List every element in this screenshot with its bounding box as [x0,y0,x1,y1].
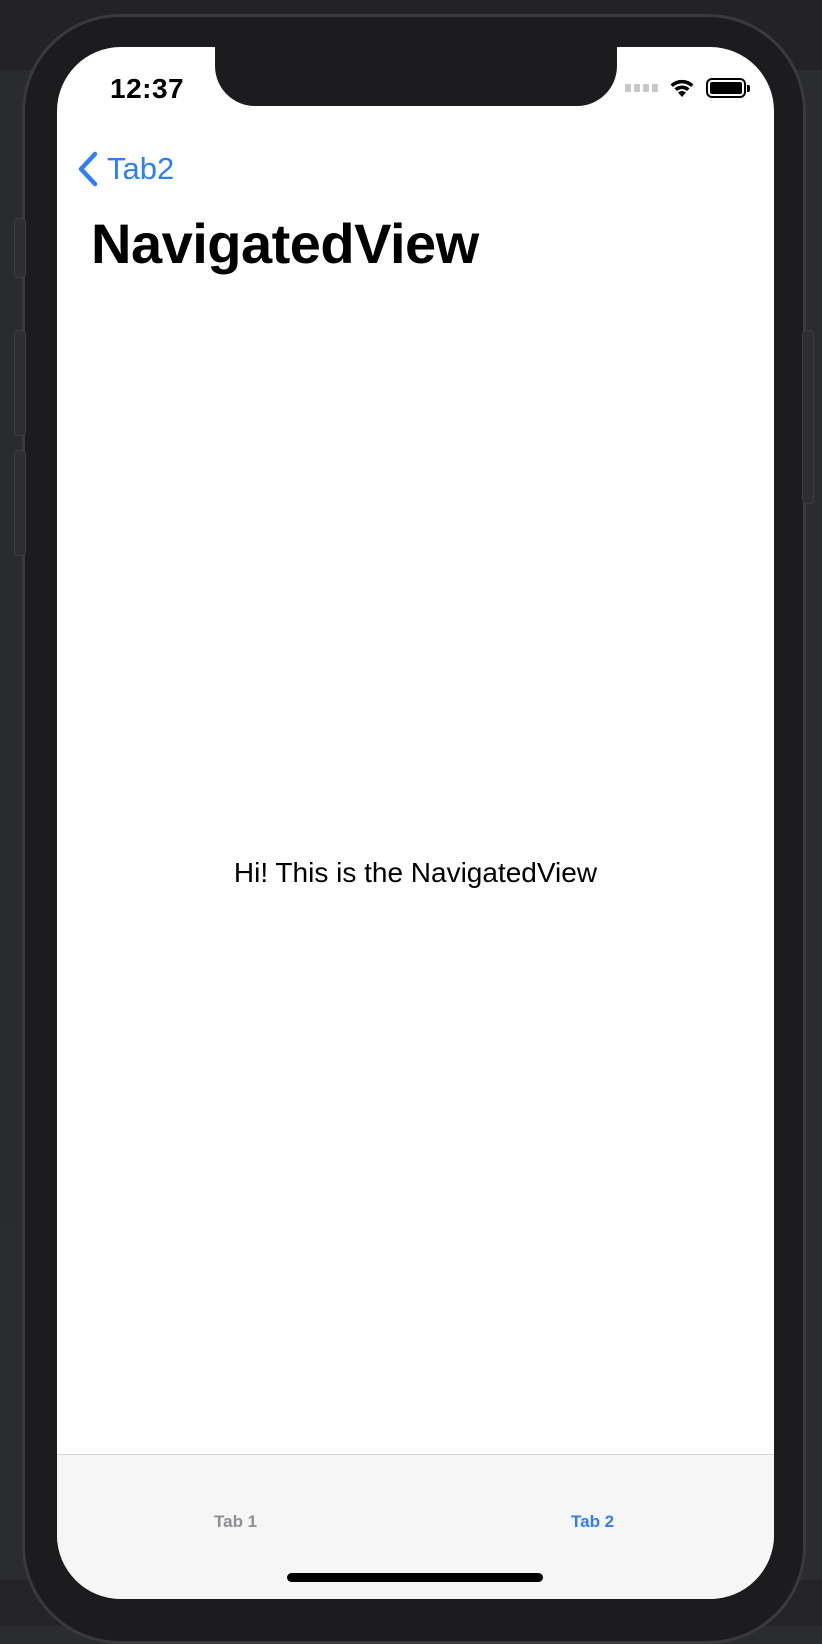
page-title: NavigatedView [91,212,479,275]
back-button-label: Tab2 [107,151,175,186]
cellular-signal-icon [625,84,658,92]
home-indicator[interactable] [287,1573,543,1582]
tab-1[interactable]: Tab 1 [214,1512,257,1532]
battery-icon [706,78,750,98]
volume-down-button [14,450,26,556]
back-button[interactable]: Tab2 [77,151,174,187]
notch [215,47,617,106]
volume-up-button [14,330,26,436]
power-button [802,330,814,504]
body-message: Hi! This is the NavigatedView [233,857,598,888]
tab-2[interactable]: Tab 2 [571,1512,614,1532]
device-screen: 12:37 Tab2 NavigatedView Hi! This is the… [57,47,774,1599]
status-time: 12:37 [110,73,185,104]
wifi-icon [668,77,696,99]
status-indicators [625,77,750,99]
chevron-left-icon [77,151,99,187]
mute-switch [14,218,26,278]
